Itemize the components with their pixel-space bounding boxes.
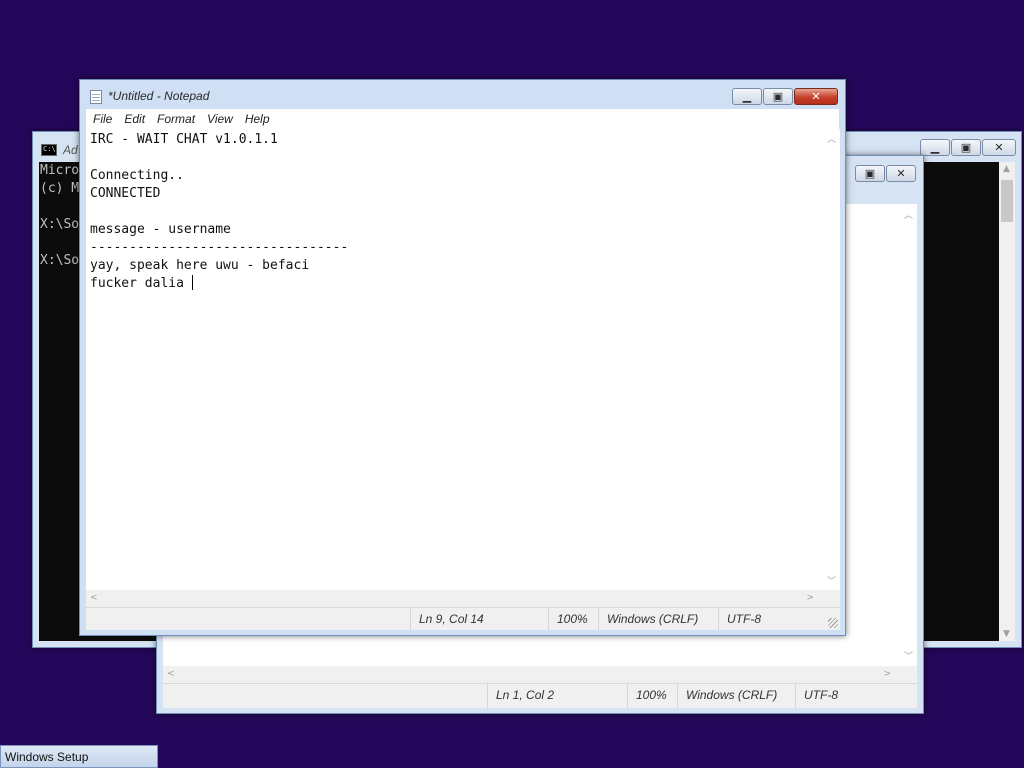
status-encoding: UTF-8 [795,684,917,708]
cmd-title-fragment: Ad [63,143,78,157]
menu-help[interactable]: Help [238,109,275,126]
maximize-button[interactable]: ▣ [763,88,793,105]
status-encoding: UTF-8 [718,608,823,630]
minimize-icon: ▁ [930,141,940,154]
horizontal-scrollbar[interactable]: < > [86,590,840,607]
scroll-up-icon[interactable]: ︿ [827,132,836,145]
cmd-vertical-scrollbar[interactable]: ▲ ▼ [999,162,1015,641]
scroll-right-icon[interactable]: > [883,669,891,679]
status-line-ending: Windows (CRLF) [677,684,795,708]
menu-bar: File Edit Format View Help [86,109,839,129]
maximize-icon: ▣ [864,167,876,180]
taskbar-windows-setup[interactable]: Windows Setup [0,745,158,768]
notepad-icon [90,90,102,104]
menu-file[interactable]: File [86,109,117,126]
resize-grip-icon[interactable] [828,618,838,628]
editor-content: IRC - WAIT CHAT v1.0.1.1 Connecting.. CONN… [90,131,348,293]
close-button[interactable]: ✕ [794,88,838,105]
cmd-minimize-button[interactable]: ▁ [920,139,950,156]
scroll-down-icon[interactable]: ▼ [1003,629,1010,639]
cmd-scroll-thumb[interactable] [1001,180,1013,222]
menu-view[interactable]: View [200,109,238,126]
scroll-up-icon[interactable]: ︿ [904,208,913,221]
cmd-icon: C:\ [41,144,57,156]
scroll-left-icon[interactable]: < [167,669,175,679]
status-position: Ln 9, Col 14 [410,608,548,630]
scroll-left-icon[interactable]: < [90,593,98,603]
status-zoom: 100% [548,608,598,630]
menu-format[interactable]: Format [150,109,200,126]
maximize-icon: ▣ [772,90,784,103]
cmd-close-button[interactable]: ✕ [982,139,1016,156]
close-icon: ✕ [994,141,1004,154]
close-icon: ✕ [811,90,821,103]
notepad-back-statusbar: Ln 1, Col 2 100% Windows (CRLF) UTF-8 [163,683,917,708]
editor-line: yay, speak here uwu - befaci [90,258,310,273]
notepad-titlebar[interactable]: *Untitled - Notepad ▁ ▣ ✕ [80,80,845,110]
menu-edit[interactable]: Edit [117,109,150,126]
scroll-down-icon[interactable]: ﹀ [827,574,836,587]
editor-line-current: fucker dalia [90,275,348,293]
notepad-back-maximize-button[interactable]: ▣ [855,165,885,182]
editor-line: --------------------------------- [90,240,349,255]
vertical-scrollbar[interactable]: ︿ ﹀ [823,129,840,590]
editor-line: fucker dalia [90,276,192,291]
editor-line: Connecting.. [90,168,184,183]
notepad-back-close-button[interactable]: ✕ [886,165,916,182]
scroll-down-icon[interactable]: ﹀ [904,649,913,662]
status-bar: Ln 9, Col 14 100% Windows (CRLF) UTF-8 [86,607,840,630]
notepad-window[interactable]: *Untitled - Notepad ▁ ▣ ✕ File Edit Format… [79,79,846,636]
scroll-up-icon[interactable]: ▲ [1003,164,1010,174]
text-editor[interactable]: IRC - WAIT CHAT v1.0.1.1 Connecting.. CONN… [86,129,823,590]
scroll-right-icon[interactable]: > [806,593,814,603]
editor-line: message - username [90,222,231,237]
cmd-maximize-button[interactable]: ▣ [951,139,981,156]
status-position: Ln 1, Col 2 [487,684,627,708]
status-zoom: 100% [627,684,677,708]
maximize-icon: ▣ [960,141,972,154]
minimize-icon: ▁ [742,90,752,103]
notepad-back-horizontal-scrollbar[interactable]: < > [163,666,917,683]
window-title: *Untitled - Notepad [108,89,210,103]
close-icon: ✕ [896,167,906,180]
minimize-button[interactable]: ▁ [732,88,762,105]
text-caret [191,275,193,290]
status-line-ending: Windows (CRLF) [598,608,718,630]
editor-line: IRC - WAIT CHAT v1.0.1.1 [90,132,278,147]
notepad-back-vertical-scrollbar[interactable]: ︿ ﹀ [900,204,917,666]
editor-line: CONNECTED [90,186,161,201]
